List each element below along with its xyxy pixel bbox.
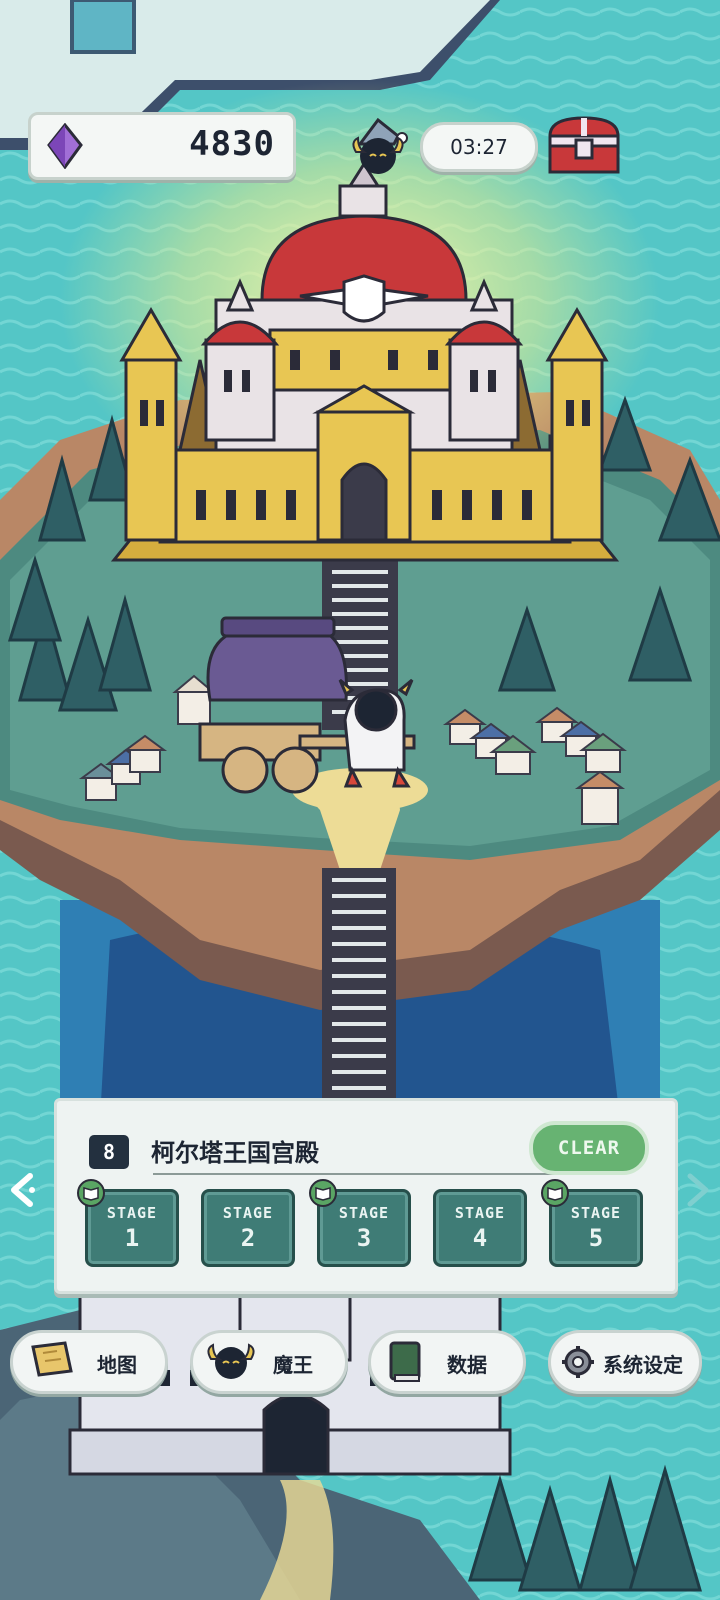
map-scroll-icon: [31, 1341, 73, 1377]
stage-3-button[interactable]: STAGE 3: [309, 1179, 411, 1267]
area-title: 柯尔塔王国宫殿: [151, 1139, 319, 1167]
stage-5-button[interactable]: STAGE 5: [541, 1179, 643, 1267]
demon-king-icon: [207, 1343, 255, 1379]
data-button[interactable]: 数据: [368, 1330, 526, 1394]
gem-count: 4830: [189, 124, 275, 164]
clear-badge: CLEAR: [529, 1121, 649, 1175]
stage-1-button[interactable]: STAGE 1: [77, 1179, 179, 1267]
stage-select-panel: 8 柯尔塔王国宫殿 CLEAR STAGE 1 STAGE 2 STAGE 3 …: [54, 1098, 678, 1294]
area-number: 8: [89, 1135, 129, 1169]
book-icon: [309, 1179, 337, 1207]
book-icon: [77, 1179, 105, 1207]
stage-4-button[interactable]: STAGE 4: [433, 1189, 527, 1267]
treasure-chest-icon[interactable]: [544, 112, 624, 176]
gear-icon: [562, 1346, 594, 1378]
next-area-arrow-icon[interactable]: [684, 1170, 714, 1210]
book-icon: [541, 1179, 569, 1207]
map-button[interactable]: 地图: [10, 1330, 168, 1394]
timer-display: 03:27: [420, 122, 538, 172]
settings-button[interactable]: 系统设定: [548, 1330, 702, 1394]
demon-king-avatar-icon[interactable]: [344, 114, 412, 178]
stage-2-button[interactable]: STAGE 2: [201, 1189, 295, 1267]
purple-crystal-icon: [47, 123, 83, 169]
demon-king-button[interactable]: 魔王: [190, 1330, 348, 1394]
title-divider: [153, 1173, 569, 1175]
prev-area-arrow-icon[interactable]: [6, 1170, 36, 1210]
gem-counter: 4830: [28, 112, 296, 180]
book-icon: [389, 1341, 421, 1382]
